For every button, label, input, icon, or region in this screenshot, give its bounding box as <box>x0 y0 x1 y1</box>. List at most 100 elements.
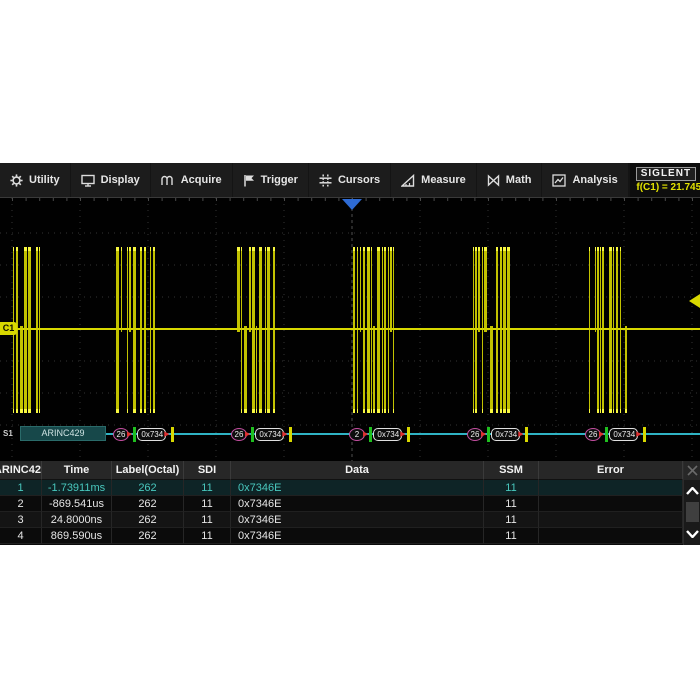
table-row[interactable]: 1-1.73911ms262110x7346E11 <box>0 480 683 496</box>
frame-end-bar <box>289 427 292 442</box>
cursors-icon <box>319 174 332 187</box>
table-header-cell: SDI <box>184 461 231 480</box>
menu-cursors[interactable]: Cursors <box>309 163 391 197</box>
table-header-cell: Time <box>42 461 112 480</box>
screenshot-page: Utility Display Acquire Trigger Cursors … <box>0 0 700 700</box>
table-row[interactable]: 324.8000ns262110x7346E11 <box>0 512 683 528</box>
table-cell <box>539 480 683 496</box>
oscilloscope-ui: Utility Display Acquire Trigger Cursors … <box>0 163 700 545</box>
frame-start-bar <box>369 427 372 442</box>
menu-analysis-label: Analysis <box>572 174 617 186</box>
table-cell: 262 <box>112 528 184 544</box>
menu-acquire[interactable]: Acquire <box>151 163 233 197</box>
bus-name-box[interactable]: ARINC429 <box>20 426 106 441</box>
menu-analysis[interactable]: Analysis <box>542 163 628 197</box>
table-cell <box>539 496 683 512</box>
table-cell <box>539 528 683 544</box>
truncate-arrow-icon: ▶ <box>245 430 250 438</box>
chevron-up-icon <box>686 487 699 495</box>
table-row[interactable]: 4869.590us262110x7346E11 <box>0 528 683 544</box>
table-cell: 11 <box>184 496 231 512</box>
frequency-readout: f(C1) = 21.74518kHz <box>636 182 700 193</box>
frame-start-bar <box>251 427 254 442</box>
bus-id-label: S1 <box>3 429 13 438</box>
gear-icon <box>10 174 23 187</box>
table-row[interactable]: 2-869.541us262110x7346E11 <box>0 496 683 512</box>
table-cell: 262 <box>112 512 184 528</box>
table-header-cell: Data <box>231 461 484 480</box>
trigger-position-marker[interactable] <box>342 199 362 210</box>
scrollbar-thumb[interactable] <box>686 502 699 522</box>
frame-start-bar <box>133 427 136 442</box>
frame-data-box: 0x734 <box>491 428 520 441</box>
trigger-level-marker[interactable] <box>689 294 700 308</box>
frame-end-bar <box>643 427 646 442</box>
scroll-up-button[interactable] <box>684 480 700 501</box>
decode-bus-row: S1 ARINC429 26▶0x734▶26▶0x734▶2▶0x734▶26… <box>0 424 700 444</box>
table-header-cell: Error <box>539 461 683 480</box>
decoded-frame: 26▶0x734▶ <box>585 425 646 443</box>
frame-end-bar <box>171 427 174 442</box>
truncate-arrow-icon: ▶ <box>481 430 486 438</box>
decoded-frame: 2▶0x734▶ <box>349 425 410 443</box>
truncate-arrow-icon: ▶ <box>164 430 169 438</box>
table-close-button[interactable] <box>684 461 700 480</box>
display-icon <box>81 174 95 187</box>
table-cell: 11 <box>184 528 231 544</box>
frame-end-bar <box>525 427 528 442</box>
table-cell: 11 <box>184 512 231 528</box>
truncate-arrow-icon: ▶ <box>636 430 641 438</box>
truncate-arrow-icon: ▶ <box>127 430 132 438</box>
trigger-status-block: SIGLENT Trig'd f(C1) = 21.74518kHz <box>629 163 700 197</box>
menu-math[interactable]: Math <box>477 163 543 197</box>
menu-utility-label: Utility <box>29 174 60 186</box>
table-cell: 3 <box>0 512 42 528</box>
chevron-down-icon <box>686 530 699 538</box>
table-cell: 11 <box>484 496 539 512</box>
acquire-icon <box>161 174 175 187</box>
table-cell: 11 <box>484 480 539 496</box>
channel-1-marker[interactable]: C1 <box>0 322 17 335</box>
table-cell: 0x7346E <box>231 512 484 528</box>
scroll-down-button[interactable] <box>684 523 700 544</box>
table-cell: 1 <box>0 480 42 496</box>
table-header-cell: Label(Octal) <box>112 461 184 480</box>
frame-data-box: 0x734 <box>137 428 166 441</box>
table-cell: 11 <box>184 480 231 496</box>
table-cell <box>539 512 683 528</box>
menu-math-label: Math <box>506 174 532 186</box>
menu-display[interactable]: Display <box>71 163 151 197</box>
menu-trigger-label: Trigger <box>261 174 298 186</box>
frame-data-box: 0x734 <box>609 428 638 441</box>
menu-trigger[interactable]: Trigger <box>233 163 309 197</box>
truncate-arrow-icon: ▶ <box>363 430 368 438</box>
table-scroll-rail <box>683 461 700 545</box>
siglent-logo: SIGLENT <box>636 167 696 181</box>
table-cell: 262 <box>112 496 184 512</box>
table-cell: -1.73911ms <box>42 480 112 496</box>
table-cell: 262 <box>112 480 184 496</box>
decode-table-header: ARINC429TimeLabel(Octal)SDIDataSSMError <box>0 461 683 480</box>
table-cell: 4 <box>0 528 42 544</box>
table-cell: -869.541us <box>42 496 112 512</box>
menu-utility[interactable]: Utility <box>0 163 71 197</box>
frame-end-bar <box>407 427 410 442</box>
table-cell: 869.590us <box>42 528 112 544</box>
menu-display-label: Display <box>101 174 140 186</box>
frame-data-box: 0x734 <box>255 428 284 441</box>
menu-cursors-label: Cursors <box>338 174 380 186</box>
menu-measure-label: Measure <box>421 174 466 186</box>
frame-data-box: 0x734 <box>373 428 402 441</box>
waveform-svg <box>0 198 700 462</box>
table-cell: 0x7346E <box>231 528 484 544</box>
waveform-display: C1 S1 ARINC429 26▶0x734▶26▶0x734▶2▶0x734… <box>0 197 700 461</box>
flag-icon <box>243 174 255 187</box>
menu-measure[interactable]: Measure <box>391 163 477 197</box>
decode-table: ARINC429TimeLabel(Octal)SDIDataSSMError … <box>0 461 700 545</box>
decoded-frame: 26▶0x734▶ <box>113 425 174 443</box>
truncate-arrow-icon: ▶ <box>518 430 523 438</box>
decoded-frame: 26▶0x734▶ <box>231 425 292 443</box>
top-menu-bar: Utility Display Acquire Trigger Cursors … <box>0 163 700 197</box>
table-cell: 11 <box>484 512 539 528</box>
table-cell: 11 <box>484 528 539 544</box>
